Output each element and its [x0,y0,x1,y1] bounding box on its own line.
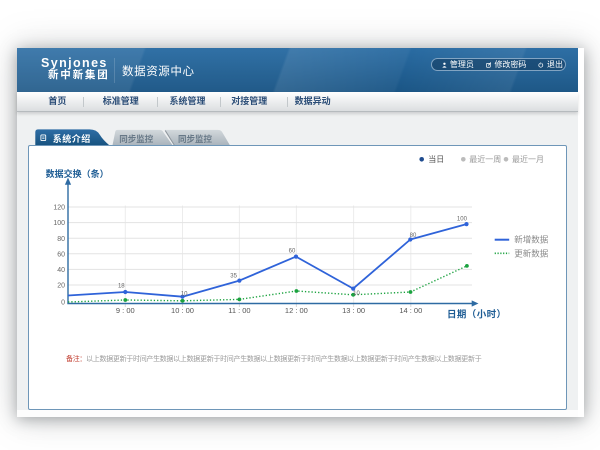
svg-text:100: 100 [53,220,65,227]
svg-text:18: 18 [118,284,125,290]
svg-text:同步监控: 同步监控 [119,134,154,144]
svg-text:120: 120 [53,205,65,212]
svg-text:40: 40 [57,267,65,274]
svg-text:0: 0 [61,299,65,306]
svg-text:数据交换（条）: 数据交换（条） [46,168,109,179]
svg-text:10: 10 [353,291,360,297]
svg-text:11 : 00: 11 : 00 [228,306,250,315]
svg-text:系统介绍: 系统介绍 [53,133,91,144]
svg-text:更新数据: 更新数据 [514,248,549,258]
svg-text:13 : 00: 13 : 00 [342,306,365,315]
svg-text:80: 80 [410,233,417,239]
svg-text:最近一月: 最近一月 [512,154,544,164]
svg-text:12 : 00: 12 : 00 [285,306,308,315]
svg-text:10: 10 [181,291,188,297]
svg-text:20: 20 [57,283,65,290]
svg-text:60: 60 [57,251,65,258]
svg-text:14 : 00: 14 : 00 [399,306,422,315]
svg-text:10 : 00: 10 : 00 [171,306,194,315]
svg-text:9 : 00: 9 : 00 [116,306,135,315]
svg-text:日期（小时）: 日期（小时） [447,309,506,321]
svg-text:80: 80 [57,236,65,243]
svg-text:新增数据: 新增数据 [514,235,549,245]
svg-text:35: 35 [230,273,237,279]
svg-text:当日: 当日 [428,154,444,164]
svg-text:60: 60 [289,248,296,254]
svg-text:100: 100 [457,217,468,223]
svg-text:最近一周: 最近一周 [469,154,501,164]
svg-text:同步监控: 同步监控 [178,134,213,144]
